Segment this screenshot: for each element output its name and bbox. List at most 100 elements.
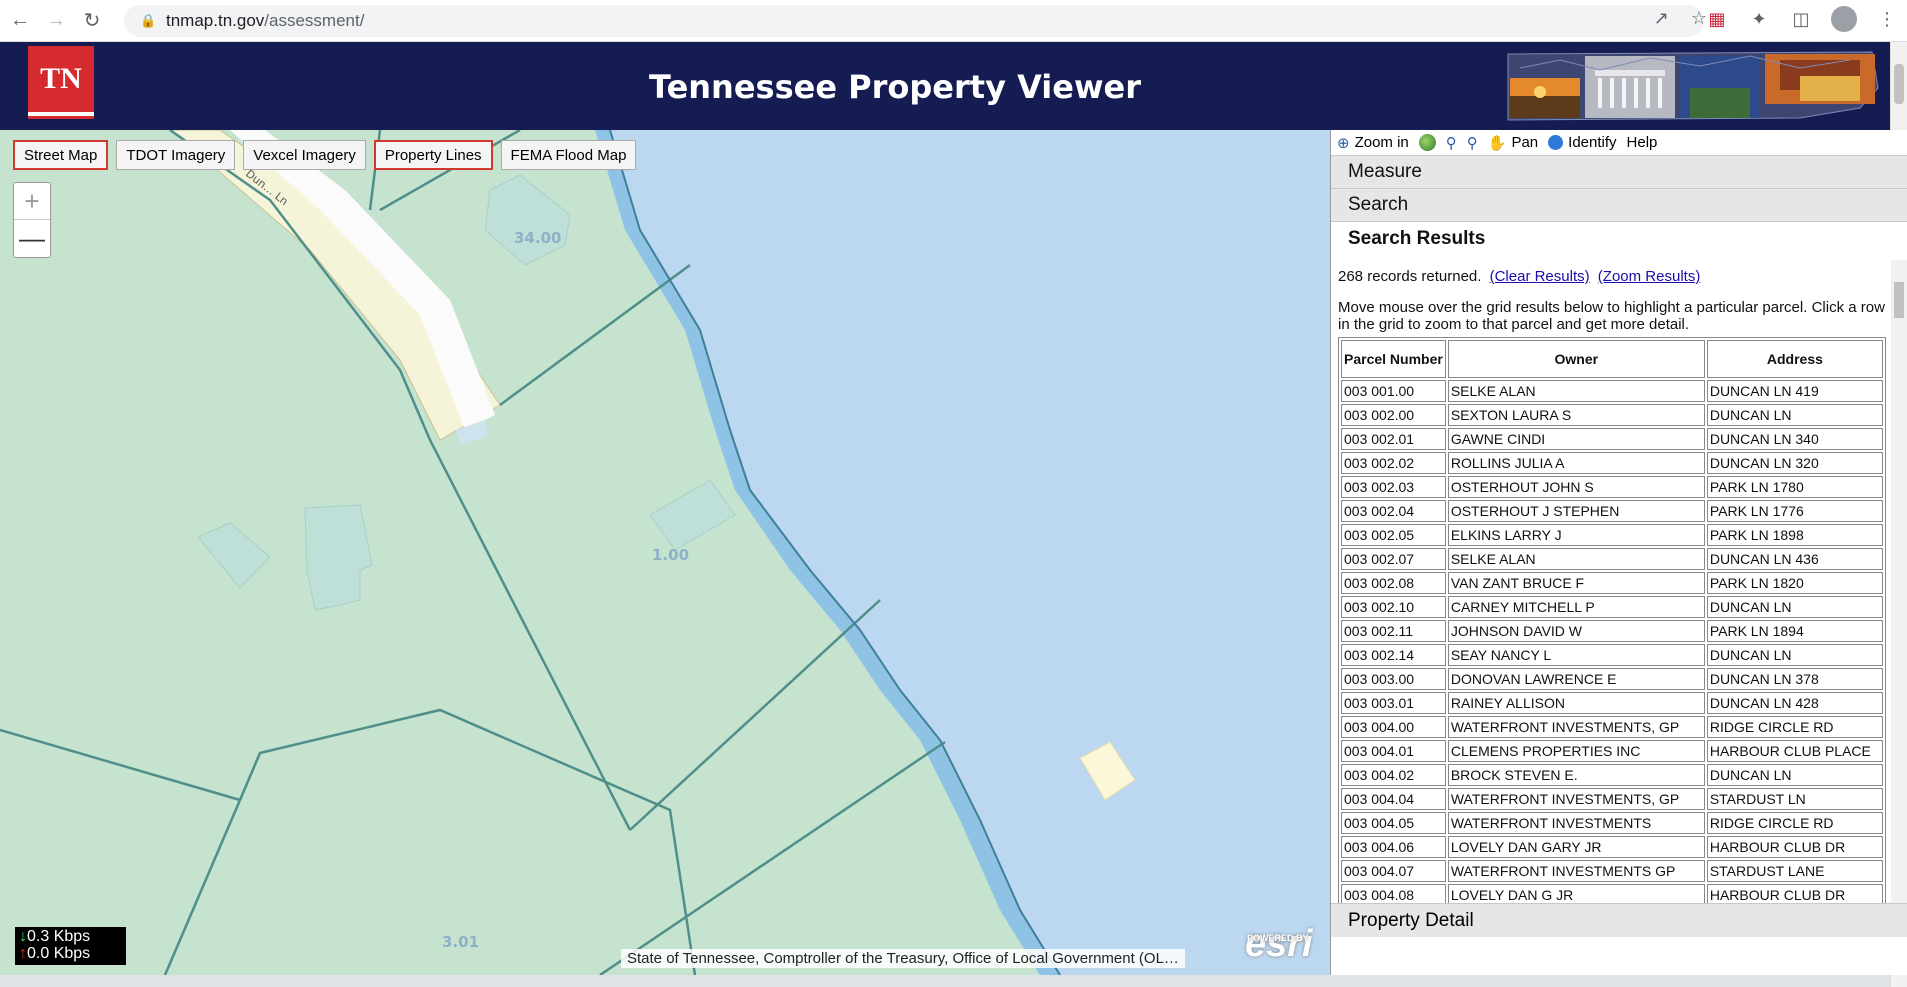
table-row[interactable]: 003 002.03 OSTERHOUT JOHN S PARK LN 1780: [1341, 476, 1883, 498]
table-row[interactable]: 003 001.00 SELKE ALAN DUNCAN LN 419: [1341, 380, 1883, 402]
share-icon[interactable]: ↗: [1654, 8, 1669, 29]
map-zoom-out-button[interactable]: —: [14, 220, 50, 257]
owner-cell: WATERFRONT INVESTMENTS: [1447, 812, 1705, 834]
address-cell: RIDGE CIRCLE RD: [1706, 812, 1883, 834]
pan-tool[interactable]: ✋ Pan: [1488, 134, 1538, 152]
table-row[interactable]: 003 004.04 WATERFRONT INVESTMENTS, GP STAR…: [1341, 788, 1883, 810]
puzzle-icon[interactable]: ✦: [1747, 7, 1771, 31]
table-row[interactable]: 003 002.08 VAN ZANT BRUCE F PARK LN 1820: [1341, 572, 1883, 594]
address-cell: PARK LN 1776: [1706, 500, 1883, 522]
identify-label: Identify: [1568, 134, 1617, 151]
parcel-number-cell: 003 004.07: [1341, 860, 1446, 882]
owner-cell: SEXTON LAURA S: [1447, 404, 1705, 426]
owner-cell: WATERFRONT INVESTMENTS, GP: [1447, 788, 1705, 810]
table-row[interactable]: 003 004.06 LOVELY DAN GARY JR HARBOUR CLUB…: [1341, 836, 1883, 858]
table-row[interactable]: 003 004.07 WATERFRONT INVESTMENTS GP STARD…: [1341, 860, 1883, 882]
search-section-header[interactable]: Search: [1331, 189, 1907, 222]
download-speed: 0.3 Kbps: [27, 928, 91, 945]
owner-cell: ELKINS LARRY J: [1447, 524, 1705, 546]
address-cell: PARK LN 1780: [1706, 476, 1883, 498]
table-row[interactable]: 003 002.11 JOHNSON DAVID W PARK LN 1894: [1341, 620, 1883, 642]
parcel-number-cell: 003 002.00: [1341, 404, 1446, 426]
results-scrollbar[interactable]: [1891, 260, 1907, 903]
table-row[interactable]: 003 002.14 SEAY NANCY L DUNCAN LN: [1341, 644, 1883, 666]
results-hint: Move mouse over the grid results below t…: [1338, 299, 1885, 333]
url-path: /assessment/: [264, 11, 365, 30]
parcel-label: 1.00: [652, 546, 689, 564]
address-cell: HARBOUR CLUB DR: [1706, 884, 1883, 903]
table-row[interactable]: 003 004.05 WATERFRONT INVESTMENTS RIDGE CI…: [1341, 812, 1883, 834]
esri-logo[interactable]: POWERED BY esri: [1245, 925, 1313, 963]
basemap-tdot-imagery-button[interactable]: TDOT Imagery: [116, 140, 236, 170]
address-cell: DUNCAN LN 378: [1706, 668, 1883, 690]
hand-icon: ✋: [1487, 134, 1507, 152]
forward-icon[interactable]: →: [38, 3, 74, 39]
side-panel-icon[interactable]: ◫: [1789, 7, 1813, 31]
map-zoom-in-button[interactable]: +: [14, 183, 50, 220]
table-row[interactable]: 003 003.01 RAINEY ALLISON DUNCAN LN 428: [1341, 692, 1883, 714]
search-results-content: 268 records returned. (Clear Results) (Z…: [1331, 260, 1891, 903]
search-results-section-header[interactable]: Search Results: [1331, 222, 1907, 255]
address-cell: STARDUST LN: [1706, 788, 1883, 810]
address-cell: STARDUST LANE: [1706, 860, 1883, 882]
owner-cell: DONOVAN LAWRENCE E: [1447, 668, 1705, 690]
map-view[interactable]: 34.00 1.00 3.01 Dun… Ln Street Map TDOT …: [0, 130, 1330, 975]
profile-avatar[interactable]: [1831, 6, 1857, 32]
clear-results-link[interactable]: (Clear Results): [1490, 268, 1590, 285]
parcel-number-cell: 003 002.02: [1341, 452, 1446, 474]
parcel-number-cell: 003 004.04: [1341, 788, 1446, 810]
address-cell: DUNCAN LN 428: [1706, 692, 1883, 714]
owner-cell: RAINEY ALLISON: [1447, 692, 1705, 714]
table-row[interactable]: 003 003.00 DONOVAN LAWRENCE E DUNCAN LN 37…: [1341, 668, 1883, 690]
parcel-label: 34.00: [514, 229, 561, 247]
owner-cell: SEAY NANCY L: [1447, 644, 1705, 666]
table-row[interactable]: 003 002.05 ELKINS LARRY J PARK LN 1898: [1341, 524, 1883, 546]
menu-kebab-icon[interactable]: ⋮: [1875, 7, 1899, 31]
parcel-number-cell: 003 002.05: [1341, 524, 1446, 546]
parcel-number-cell: 003 002.08: [1341, 572, 1446, 594]
table-row[interactable]: 003 004.00 WATERFRONT INVESTMENTS, GP RIDG…: [1341, 716, 1883, 738]
table-row[interactable]: 003 004.01 CLEMENS PROPERTIES INC HARBOUR …: [1341, 740, 1883, 762]
measure-section-header[interactable]: Measure: [1331, 156, 1907, 189]
property-detail-section-header[interactable]: Property Detail: [1331, 903, 1907, 937]
help-link[interactable]: Help: [1627, 134, 1658, 151]
property-lines-button[interactable]: Property Lines: [373, 140, 493, 170]
globe-icon[interactable]: [1418, 134, 1436, 151]
parcel-number-cell: 003 003.00: [1341, 668, 1446, 690]
esri-powered-by: POWERED BY: [1247, 933, 1309, 943]
address-cell: PARK LN 1898: [1706, 524, 1883, 546]
back-icon[interactable]: ←: [2, 3, 38, 39]
owner-cell: OSTERHOUT J STEPHEN: [1447, 500, 1705, 522]
parcel-number-cell: 003 004.08: [1341, 884, 1446, 903]
column-header-parcel-number: Parcel Number: [1341, 340, 1446, 378]
lock-icon: 🔒: [140, 13, 157, 28]
table-row[interactable]: 003 002.00 SEXTON LAURA S DUNCAN LN: [1341, 404, 1883, 426]
basemap-street-map-button[interactable]: Street Map: [13, 140, 109, 170]
basemap-vexcel-imagery-button[interactable]: Vexcel Imagery: [243, 140, 366, 170]
address-bar[interactable]: 🔒 tnmap.tn.gov/assessment/: [124, 5, 1704, 37]
address-cell: HARBOUR CLUB DR: [1706, 836, 1883, 858]
download-arrow-icon: ↓: [19, 928, 27, 945]
fema-flood-map-button[interactable]: FEMA Flood Map: [500, 140, 637, 170]
extension-icon[interactable]: ▦: [1705, 7, 1729, 31]
map-canvas[interactable]: 34.00 1.00 3.01 Dun… Ln: [0, 130, 1330, 975]
table-row[interactable]: 003 002.02 ROLLINS JULIA A DUNCAN LN 320: [1341, 452, 1883, 474]
table-row[interactable]: 003 002.10 CARNEY MITCHELL P DUNCAN LN: [1341, 596, 1883, 618]
zoom-next-icon[interactable]: ⚲: [1467, 134, 1478, 152]
parcel-number-cell: 003 002.11: [1341, 620, 1446, 642]
table-row[interactable]: 003 004.02 BROCK STEVEN E. DUNCAN LN: [1341, 764, 1883, 786]
zoom-in-tool[interactable]: ⊕ Zoom in: [1337, 134, 1409, 152]
zoom-results-link[interactable]: (Zoom Results): [1598, 268, 1701, 285]
address-cell: DUNCAN LN 320: [1706, 452, 1883, 474]
table-row[interactable]: 003 002.07 SELKE ALAN DUNCAN LN 436: [1341, 548, 1883, 570]
network-speed-widget: ↓0.3 Kbps ↑0.0 Kbps: [15, 927, 126, 965]
map-attribution[interactable]: State of Tennessee, Comptroller of the T…: [621, 949, 1185, 968]
zoom-previous-icon[interactable]: ⚲: [1446, 134, 1457, 152]
record-count: 268 records returned.: [1338, 268, 1482, 285]
table-row[interactable]: 003 004.08 LOVELY DAN G JR HARBOUR CLUB DR: [1341, 884, 1883, 903]
table-row[interactable]: 003 002.01 GAWNE CINDI DUNCAN LN 340: [1341, 428, 1883, 450]
table-row[interactable]: 003 002.04 OSTERHOUT J STEPHEN PARK LN 177…: [1341, 500, 1883, 522]
reload-icon[interactable]: ↻: [74, 3, 110, 39]
basemap-switcher: Street Map TDOT Imagery Vexcel Imagery P…: [13, 140, 637, 170]
identify-tool[interactable]: Identify: [1548, 134, 1617, 151]
